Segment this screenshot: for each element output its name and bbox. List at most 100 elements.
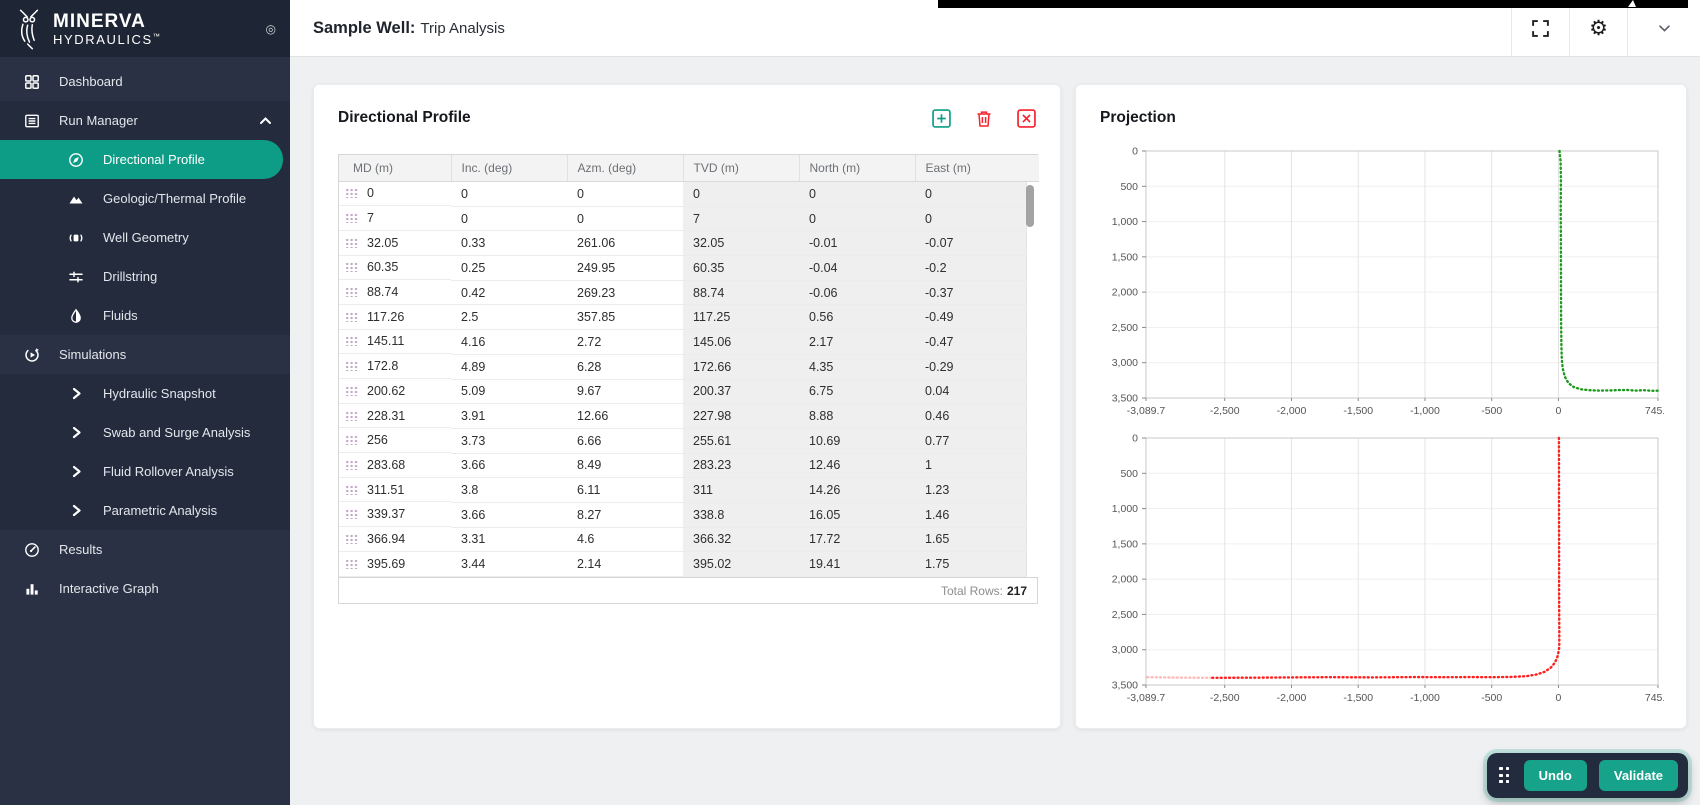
cell-value[interactable]: -0.06: [799, 280, 915, 306]
table-row[interactable]: 366.94 3.31 4.6 366.32 17.72 1.65: [339, 527, 1039, 553]
table-row[interactable]: 228.31 3.91 12.66 227.98 8.88 0.46: [339, 403, 1039, 429]
row-drag-handle[interactable]: [345, 509, 358, 520]
cell-value[interactable]: 12.66: [567, 403, 683, 429]
sidebar-item-hydraulic-snapshot[interactable]: Hydraulic Snapshot: [0, 374, 290, 413]
sidebar-item-parametric-analysis[interactable]: Parametric Analysis: [0, 491, 290, 530]
sidebar-item-fluids[interactable]: Fluids: [0, 296, 290, 335]
cell-value[interactable]: 200.37: [683, 379, 799, 405]
cell-value[interactable]: 0: [799, 181, 915, 207]
row-drag-handle[interactable]: [345, 435, 358, 446]
cell-value[interactable]: -0.07: [915, 230, 1026, 257]
cell-value[interactable]: -0.37: [915, 280, 1026, 306]
cell-value[interactable]: 0: [567, 181, 683, 207]
cell-value[interactable]: 1: [915, 453, 1026, 479]
cell-value[interactable]: 339.37: [339, 502, 451, 528]
cell-value[interactable]: 145.11: [339, 329, 451, 355]
cell-value[interactable]: 145.06: [683, 329, 799, 355]
sidebar-item-geologic-thermal-profile[interactable]: Geologic/Thermal Profile: [0, 179, 290, 218]
cell-value[interactable]: 0.33: [451, 230, 567, 257]
table-row[interactable]: 145.11 4.16 2.72 145.06 2.17 -0.47: [339, 329, 1039, 355]
cell-value[interactable]: 12.46: [799, 453, 915, 479]
cell-value[interactable]: 16.05: [799, 502, 915, 528]
cell-value[interactable]: 32.05: [683, 230, 799, 257]
cell-value[interactable]: 117.26: [339, 304, 451, 330]
table-row[interactable]: 283.68 3.66 8.49 283.23 12.46 1: [339, 453, 1039, 479]
cell-value[interactable]: -0.04: [799, 255, 915, 281]
cell-value[interactable]: 249.95: [567, 255, 683, 281]
cell-value[interactable]: 8.88: [799, 403, 915, 429]
cell-value[interactable]: 3.66: [451, 453, 567, 479]
table-row[interactable]: 117.26 2.5 357.85 117.25 0.56 -0.49: [339, 304, 1039, 331]
table-row[interactable]: 339.37 3.66 8.27 338.8 16.05 1.46: [339, 502, 1039, 528]
cell-value[interactable]: 9.67: [567, 379, 683, 405]
cell-value[interactable]: 0: [915, 181, 1026, 207]
fullscreen-button[interactable]: [1511, 0, 1569, 56]
row-drag-handle[interactable]: [345, 410, 358, 421]
cell-value[interactable]: 338.8: [683, 502, 799, 528]
cell-value[interactable]: 10.69: [799, 428, 915, 454]
cell-value[interactable]: 0: [567, 206, 683, 232]
cell-value[interactable]: 6.66: [567, 428, 683, 454]
cell-value[interactable]: 0: [915, 206, 1026, 232]
sidebar-collapse-icon[interactable]: ◎: [266, 22, 276, 36]
cell-value[interactable]: 4.35: [799, 354, 915, 380]
cell-value[interactable]: 0.46: [915, 403, 1026, 429]
row-drag-handle[interactable]: [345, 385, 358, 396]
cell-value[interactable]: 4.16: [451, 329, 567, 355]
cell-value[interactable]: 0.77: [915, 428, 1026, 454]
column-header-inc[interactable]: Inc. (deg): [450, 155, 567, 182]
cell-value[interactable]: -0.2: [915, 255, 1026, 281]
cell-value[interactable]: 4.89: [451, 354, 567, 380]
cell-value[interactable]: 0.56: [799, 304, 915, 331]
cell-value[interactable]: 2.14: [567, 551, 683, 577]
row-drag-handle[interactable]: [345, 213, 358, 224]
column-header-md[interactable]: MD (m): [339, 155, 451, 182]
cell-value[interactable]: 357.85: [567, 304, 683, 331]
cell-value[interactable]: 366.94: [339, 527, 451, 552]
column-header-east[interactable]: East (m): [914, 155, 1026, 182]
row-drag-handle[interactable]: [345, 188, 358, 199]
cell-value[interactable]: 5.09: [451, 379, 567, 405]
settings-button[interactable]: ⚙: [1569, 0, 1627, 56]
sidebar-item-run-manager[interactable]: Run Manager: [0, 101, 290, 140]
sidebar-item-fluid-rollover-analysis[interactable]: Fluid Rollover Analysis: [0, 452, 290, 491]
cell-value[interactable]: 0: [339, 181, 451, 207]
add-row-icon[interactable]: [932, 109, 951, 128]
table-row[interactable]: 700700: [339, 206, 1039, 232]
cell-value[interactable]: 2.5: [451, 304, 567, 331]
cell-value[interactable]: 2.17: [799, 329, 915, 355]
cell-value[interactable]: 0: [451, 206, 567, 232]
cell-value[interactable]: 32.05: [339, 230, 451, 256]
cell-value[interactable]: 4.6: [567, 527, 683, 553]
cell-value[interactable]: 261.06: [567, 230, 683, 257]
cell-value[interactable]: 8.49: [567, 453, 683, 479]
cell-value[interactable]: 395.69: [339, 551, 451, 577]
cell-value[interactable]: 6.11: [567, 477, 683, 503]
sidebar-item-simulations[interactable]: Simulations: [0, 335, 290, 374]
toolbar-drag-handle[interactable]: [1497, 767, 1512, 784]
table-row[interactable]: 60.35 0.25 249.95 60.35 -0.04 -0.2: [339, 255, 1039, 281]
row-drag-handle[interactable]: [345, 459, 358, 470]
sidebar-item-dashboard[interactable]: Dashboard: [0, 62, 290, 101]
cell-value[interactable]: 60.35: [339, 255, 451, 281]
cell-value[interactable]: 117.25: [683, 304, 799, 331]
table-row[interactable]: 88.74 0.42 269.23 88.74 -0.06 -0.37: [339, 280, 1039, 306]
chevron-up-icon[interactable]: [259, 113, 272, 128]
delete-row-icon[interactable]: [975, 109, 993, 128]
cell-value[interactable]: 311: [683, 477, 799, 503]
cell-value[interactable]: 8.27: [567, 502, 683, 528]
cell-value[interactable]: 172.8: [339, 354, 451, 379]
sidebar-item-interactive-graph[interactable]: Interactive Graph: [0, 569, 290, 608]
cell-value[interactable]: 0.04: [915, 379, 1026, 405]
cell-value[interactable]: 3.66: [451, 502, 567, 528]
cell-value[interactable]: -0.01: [799, 230, 915, 257]
table-scrollbar-thumb[interactable]: [1026, 185, 1034, 227]
cell-value[interactable]: 3.8: [451, 477, 567, 503]
undo-button[interactable]: Undo: [1523, 760, 1587, 791]
cell-value[interactable]: 1.46: [915, 502, 1026, 528]
cell-value[interactable]: 200.62: [339, 379, 451, 404]
table-row[interactable]: 000000: [339, 181, 1039, 207]
cell-value[interactable]: 7: [683, 206, 799, 232]
cell-value[interactable]: 256: [339, 428, 451, 454]
cell-value[interactable]: 255.61: [683, 428, 799, 454]
